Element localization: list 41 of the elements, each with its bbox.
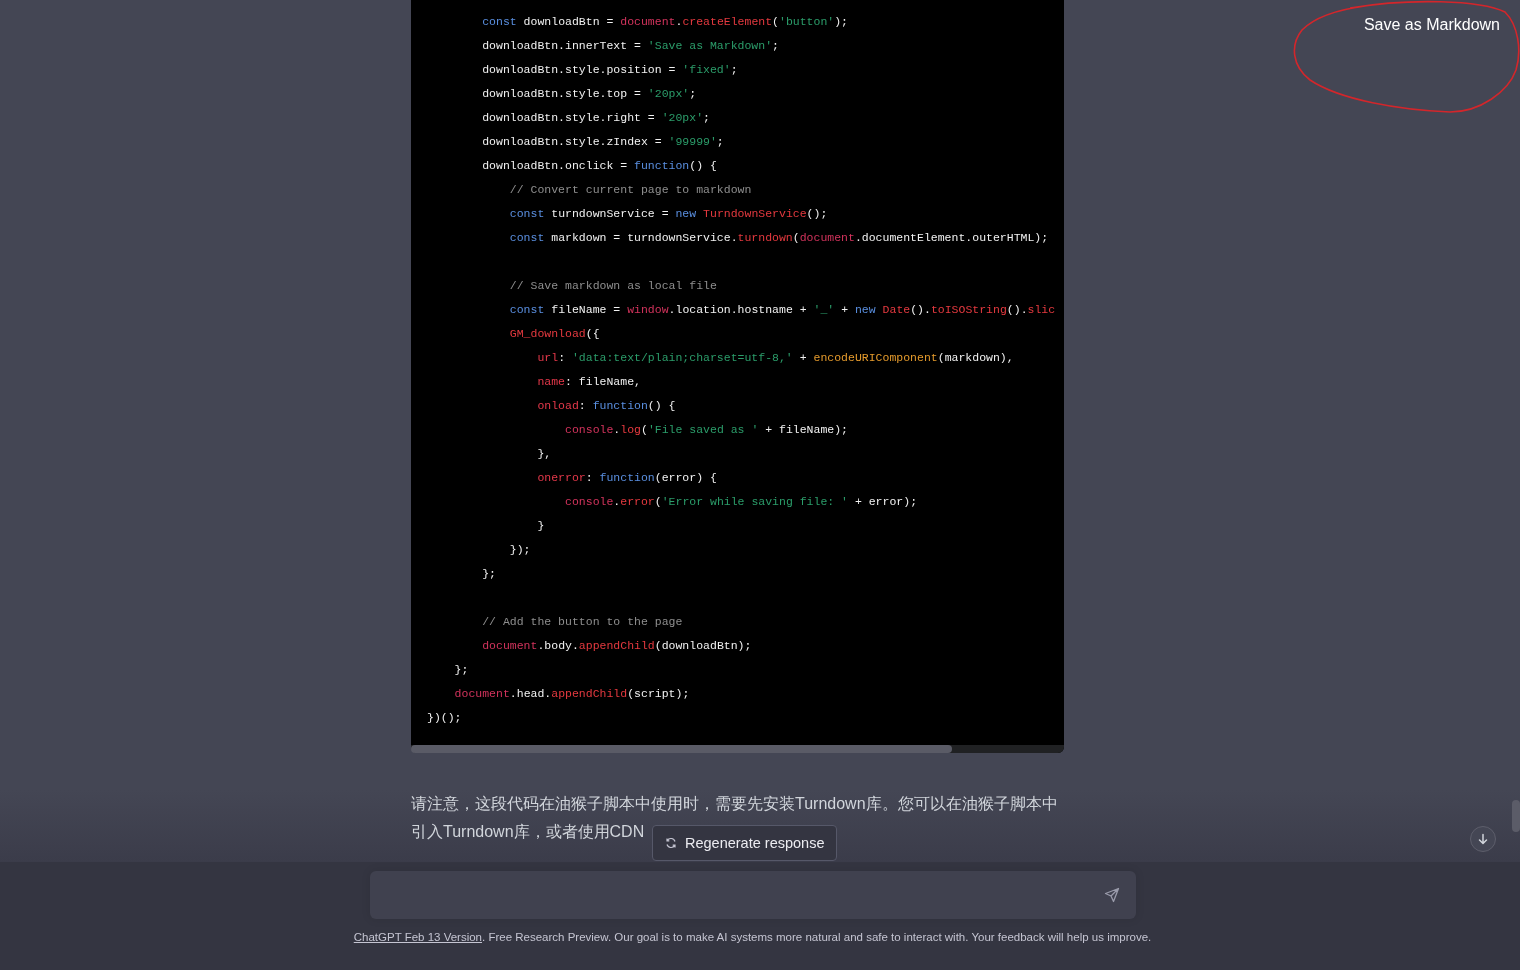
message-text: 引入Turndown库，或者使用CDN xyxy=(411,823,645,840)
horizontal-scrollbar[interactable] xyxy=(411,745,1064,753)
arrow-down-icon xyxy=(1477,833,1489,845)
code-line: downloadBtn.style.position = 'fixed'; xyxy=(481,63,738,76)
code-line: downloadBtn.innerText = 'Save as Markdown'; xyxy=(481,39,779,52)
message-text: 请注意，这段代码在油猴子脚本中使用时，需要先安装Turndown库。您可以在油猴子脚本中 xyxy=(411,795,1058,812)
code-line: document.body.appendChild(downloadBtn); xyxy=(481,639,752,652)
code-line: }; xyxy=(453,663,469,676)
code-line: } xyxy=(536,519,545,532)
code-line: const markdown = turndownService.turndown(document.documentElement.outerHTML); xyxy=(508,231,1049,244)
code-line: })(); xyxy=(427,711,462,724)
code-line: url: 'data:text/plain;charset=utf-8,' + encodeURIComponent(markdown), xyxy=(536,351,1014,364)
code-line: const fileName = window.location.hostname + '_' + new Date().toISOString().slic xyxy=(508,303,1056,316)
code-line: name: fileName, xyxy=(536,375,641,388)
code-line: // Save markdown as local file xyxy=(508,279,717,292)
code-line: const downloadBtn = document.createElement('button'); xyxy=(481,15,849,28)
scroll-down-button[interactable] xyxy=(1470,826,1496,852)
code-line: console.error('Error while saving file: ' + error); xyxy=(564,495,918,508)
code-line: document.head.appendChild(script); xyxy=(453,687,690,700)
code-line: console.log('File saved as ' + fileName); xyxy=(564,423,848,436)
refresh-icon xyxy=(665,837,677,849)
code-line: // Convert current page to markdown xyxy=(508,183,752,196)
footer-text: ChatGPT Feb 13 Version. Free Research Preview. Our goal is to make AI systems more natural and safe to interact with. Your feedback will help us improve. xyxy=(353,931,1152,943)
code-line: }, xyxy=(536,447,552,460)
code-line: downloadBtn.style.top = '20px'; xyxy=(481,87,697,100)
save-markdown-button[interactable]: Save as Markdown xyxy=(1363,16,1500,34)
code-line: onerror: function(error) { xyxy=(536,471,717,484)
code-line: downloadBtn.style.zIndex = '99999'; xyxy=(481,135,724,148)
code-line: }); xyxy=(508,543,531,556)
code-line: // Add the button to the page xyxy=(481,615,683,628)
send-icon[interactable] xyxy=(1103,887,1120,903)
vertical-scrollbar[interactable] xyxy=(1512,800,1520,832)
code-line: const turndownService = new TurndownService(); xyxy=(508,207,828,220)
code-line: downloadBtn.onclick = function() { xyxy=(481,159,717,172)
code-line: onload: function() { xyxy=(536,399,676,412)
regenerate-button[interactable]: Regenerate response xyxy=(652,825,838,861)
version-link[interactable]: ChatGPT Feb 13 Version xyxy=(353,931,482,943)
code-line: downloadBtn.style.right = '20px'; xyxy=(481,111,710,124)
code-line: GM_download({ xyxy=(508,327,600,340)
code-line: }; xyxy=(481,567,496,580)
message-input[interactable] xyxy=(369,871,1136,919)
